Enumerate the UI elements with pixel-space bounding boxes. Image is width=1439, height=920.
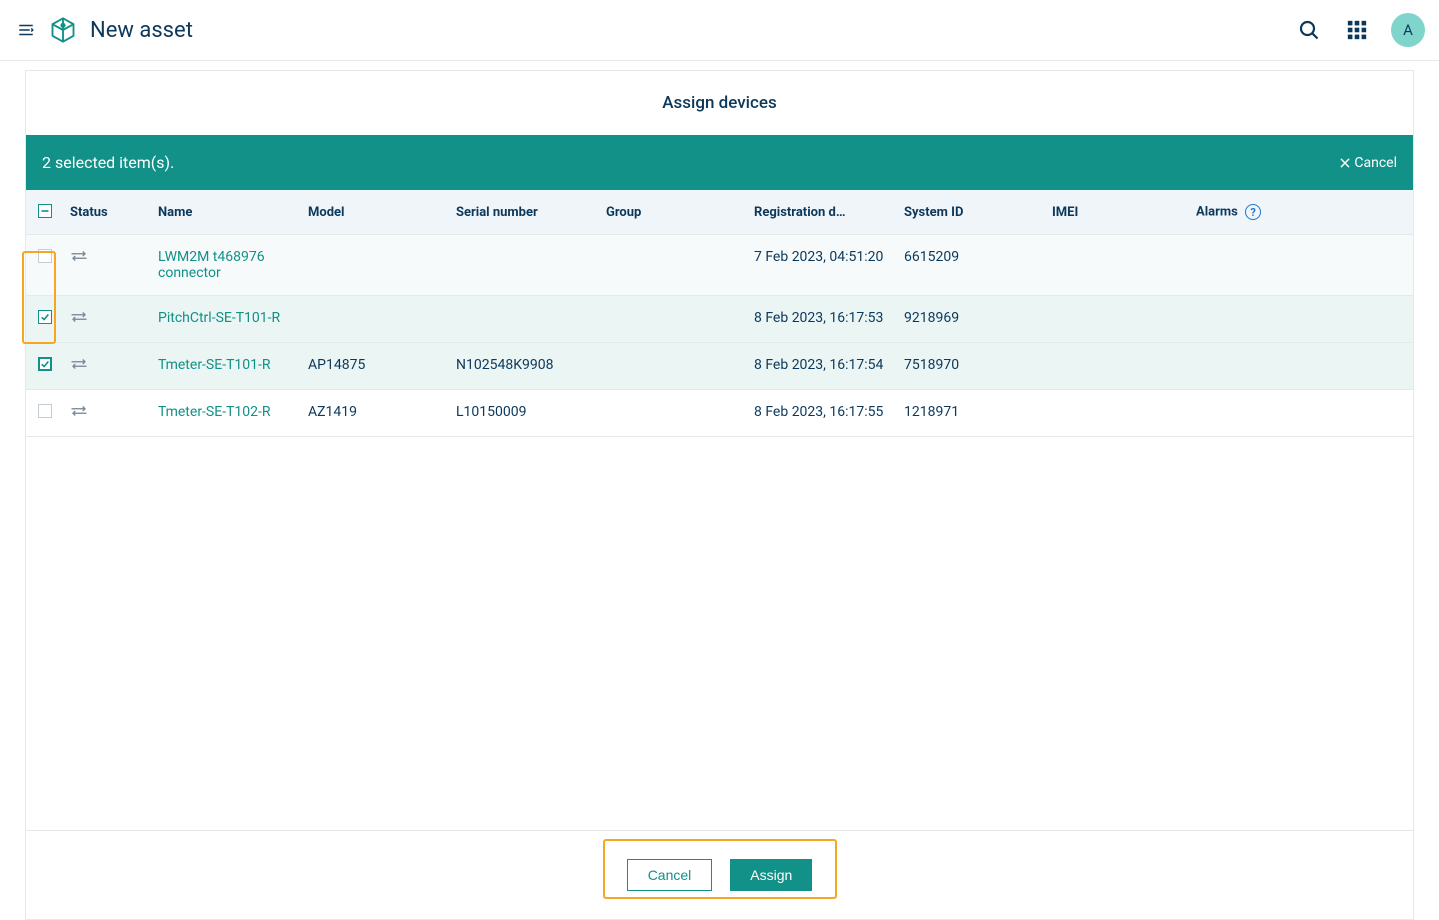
col-imei[interactable]: IMEI: [1044, 190, 1188, 235]
col-registration[interactable]: Registration d…: [746, 190, 896, 235]
cell-imei: [1044, 343, 1188, 390]
transfer-icon: [70, 312, 88, 328]
avatar[interactable]: A: [1391, 13, 1425, 47]
assign-devices-panel: Assign devices 2 selected item(s). Cance…: [25, 70, 1414, 920]
apps-grid-icon[interactable]: [1337, 10, 1377, 50]
cell-registration: 7 Feb 2023, 04:51:20: [746, 235, 896, 296]
col-serial[interactable]: Serial number: [448, 190, 598, 235]
assign-button[interactable]: Assign: [730, 859, 812, 891]
device-name-link[interactable]: PitchCtrl-SE-T101-R: [158, 310, 280, 326]
close-icon: [1338, 156, 1352, 170]
cell-alarms: [1188, 296, 1413, 343]
app-logo-icon[interactable]: [48, 15, 78, 45]
cell-serial: [448, 296, 598, 343]
cell-system-id: 1218971: [896, 390, 1044, 437]
cell-registration: 8 Feb 2023, 16:17:55: [746, 390, 896, 437]
cancel-button[interactable]: Cancel: [627, 859, 713, 891]
table-row[interactable]: Tmeter-SE-T101-R AP14875N102548K9908 8 Feb…: [26, 343, 1413, 390]
col-system-id[interactable]: System ID: [896, 190, 1044, 235]
col-name[interactable]: Name: [150, 190, 300, 235]
panel-title: Assign devices: [26, 71, 1413, 135]
search-icon[interactable]: [1289, 10, 1329, 50]
cell-system-id: 7518970: [896, 343, 1044, 390]
device-name-link[interactable]: LWM2M t468976 connector: [158, 249, 265, 281]
cell-model: [300, 296, 448, 343]
cell-imei: [1044, 235, 1188, 296]
cell-group: [598, 343, 746, 390]
cell-alarms: [1188, 235, 1413, 296]
col-group[interactable]: Group: [598, 190, 746, 235]
menu-toggle-icon[interactable]: [14, 18, 38, 42]
cell-model: AP14875: [300, 343, 448, 390]
table-row[interactable]: Tmeter-SE-T102-R AZ1419L10150009 8 Feb 202…: [26, 390, 1413, 437]
cell-model: [300, 235, 448, 296]
cell-alarms: [1188, 343, 1413, 390]
cell-system-id: 9218969: [896, 296, 1044, 343]
transfer-icon: [70, 406, 88, 422]
select-all-checkbox[interactable]: [38, 204, 52, 218]
table-row[interactable]: LWM2M t468976 connector 7 Feb 2023, 04:51…: [26, 235, 1413, 296]
transfer-icon: [70, 359, 88, 375]
cell-imei: [1044, 296, 1188, 343]
row-checkbox[interactable]: [38, 404, 52, 418]
cell-alarms: [1188, 390, 1413, 437]
cell-imei: [1044, 390, 1188, 437]
device-name-link[interactable]: Tmeter-SE-T101-R: [158, 357, 271, 373]
cell-system-id: 6615209: [896, 235, 1044, 296]
col-model[interactable]: Model: [300, 190, 448, 235]
cell-serial: L10150009: [448, 390, 598, 437]
cancel-selection-button[interactable]: Cancel: [1338, 155, 1397, 171]
cell-model: AZ1419: [300, 390, 448, 437]
cell-group: [598, 235, 746, 296]
row-checkbox[interactable]: [38, 249, 52, 263]
cancel-selection-label: Cancel: [1354, 155, 1397, 171]
device-name-link[interactable]: Tmeter-SE-T102-R: [158, 404, 271, 420]
row-checkbox[interactable]: [38, 357, 52, 371]
selection-count-text: 2 selected item(s).: [42, 153, 174, 172]
panel-footer: Cancel Assign: [26, 830, 1413, 919]
selection-bar: 2 selected item(s). Cancel: [26, 135, 1413, 190]
cell-registration: 8 Feb 2023, 16:17:53: [746, 296, 896, 343]
help-icon[interactable]: ?: [1245, 204, 1261, 220]
cell-registration: 8 Feb 2023, 16:17:54: [746, 343, 896, 390]
row-checkbox[interactable]: [38, 310, 52, 324]
cell-serial: [448, 235, 598, 296]
col-status[interactable]: Status: [62, 190, 150, 235]
devices-table: Status Name Model Serial number Group Re…: [26, 190, 1413, 437]
app-header: New asset A: [0, 0, 1439, 61]
cell-serial: N102548K9908: [448, 343, 598, 390]
devices-table-wrap: Status Name Model Serial number Group Re…: [26, 190, 1413, 437]
transfer-icon: [70, 251, 88, 267]
cell-group: [598, 296, 746, 343]
page-title: New asset: [90, 18, 193, 43]
table-row[interactable]: PitchCtrl-SE-T101-R 8 Feb 2023, 16:17:539…: [26, 296, 1413, 343]
cell-group: [598, 390, 746, 437]
col-alarms[interactable]: Alarms ?: [1188, 190, 1413, 235]
